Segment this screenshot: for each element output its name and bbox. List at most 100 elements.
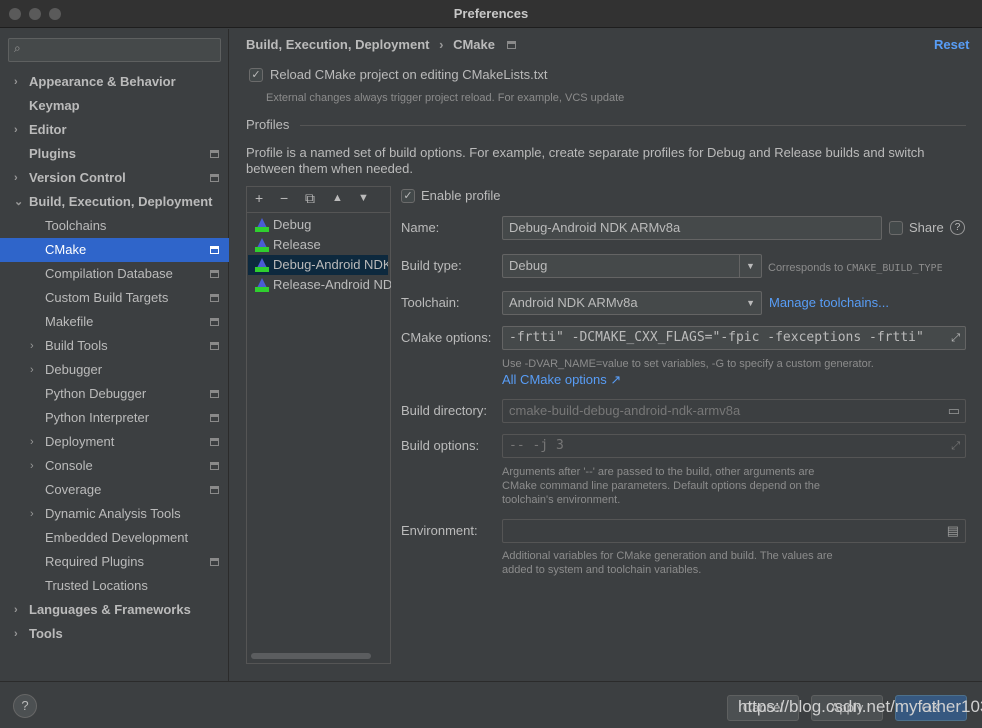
cmake-icon bbox=[255, 238, 269, 252]
chevron-right-icon[interactable]: › bbox=[14, 118, 18, 142]
build-directory-value: cmake-build-debug-android-ndk-armv8a bbox=[509, 403, 741, 418]
project-level-icon bbox=[210, 414, 219, 422]
sidebar-item-toolchains[interactable]: Toolchains bbox=[0, 214, 229, 238]
sidebar-item-console[interactable]: › Console bbox=[0, 454, 229, 478]
sidebar-item-makefile[interactable]: Makefile bbox=[0, 310, 229, 334]
sidebar-item-compilation-database[interactable]: Compilation Database bbox=[0, 262, 229, 286]
build-directory-label: Build directory: bbox=[401, 403, 487, 418]
sidebar-item-label: Custom Build Targets bbox=[45, 290, 169, 305]
name-label: Name: bbox=[401, 220, 440, 235]
build-options-label: Build options: bbox=[401, 438, 480, 453]
sidebar-item-label: Coverage bbox=[45, 482, 102, 497]
sidebar-item-appearance-behavior[interactable]: › Appearance & Behavior bbox=[0, 70, 229, 94]
sidebar-item-custom-build-targets[interactable]: Custom Build Targets bbox=[0, 286, 229, 310]
sidebar-item-coverage[interactable]: Coverage bbox=[0, 478, 229, 502]
add-profile-button[interactable]: + bbox=[255, 190, 263, 206]
profile-list-item[interactable]: Release-Android NDK ARMv8a bbox=[251, 275, 391, 295]
project-level-icon bbox=[506, 41, 516, 49]
sidebar-item-cmake[interactable]: CMake bbox=[0, 238, 229, 262]
sidebar-item-label: Trusted Locations bbox=[45, 578, 148, 593]
project-level-icon bbox=[210, 486, 219, 494]
build-directory-input[interactable]: cmake-build-debug-android-ndk-armv8a ▭ bbox=[502, 399, 966, 423]
profile-list-item[interactable]: Release bbox=[251, 235, 391, 255]
folder-icon[interactable]: ▭ bbox=[948, 400, 960, 422]
build-options-input[interactable]: -- -j 3 ⤢ bbox=[502, 434, 966, 458]
chevron-right-icon[interactable]: › bbox=[14, 598, 18, 622]
sidebar-item-label: Embedded Development bbox=[45, 530, 189, 545]
enable-profile-checkbox[interactable]: ✓ bbox=[401, 189, 415, 203]
move-down-button[interactable]: ▼ bbox=[358, 192, 369, 204]
profile-list-item[interactable]: Debug-Android NDK ARMv8a bbox=[248, 255, 388, 275]
expand-icon[interactable]: ⤢ bbox=[951, 327, 960, 349]
sidebar-item-build-tools[interactable]: › Build Tools bbox=[0, 334, 229, 358]
chevron-right-icon[interactable]: › bbox=[30, 430, 34, 454]
chevron-right-icon[interactable]: › bbox=[30, 454, 34, 478]
environment-input[interactable]: ▤ bbox=[502, 519, 966, 543]
manage-toolchains-link[interactable]: Manage toolchains... bbox=[769, 295, 889, 310]
sidebar-item-build-execution-deployment[interactable]: ⌄ Build, Execution, Deployment bbox=[0, 190, 229, 214]
chevron-right-icon[interactable]: › bbox=[30, 502, 34, 526]
share-checkbox[interactable] bbox=[889, 221, 903, 235]
edit-list-icon[interactable]: ▤ bbox=[947, 520, 959, 542]
close-window-button[interactable] bbox=[9, 8, 21, 20]
breadcrumb-parent[interactable]: Build, Execution, Deployment bbox=[246, 37, 429, 52]
profile-name: Debug-Android NDK ARMv8a bbox=[273, 257, 388, 272]
sidebar-item-label: Python Interpreter bbox=[45, 410, 150, 425]
chevron-down-icon[interactable]: ⌄ bbox=[14, 190, 23, 214]
sidebar-item-label: Debugger bbox=[45, 362, 103, 377]
share-label: Share bbox=[909, 220, 944, 235]
remove-profile-button[interactable]: − bbox=[280, 190, 288, 206]
copy-profile-button[interactable]: ⧉ bbox=[305, 190, 315, 207]
sidebar-item-version-control[interactable]: › Version Control bbox=[0, 166, 229, 190]
sidebar-item-tools[interactable]: › Tools bbox=[0, 622, 229, 646]
chevron-down-icon[interactable]: ▼ bbox=[739, 255, 761, 277]
toolchain-value: Android NDK ARMv8a bbox=[509, 295, 638, 310]
sidebar-item-required-plugins[interactable]: Required Plugins bbox=[0, 550, 229, 574]
sidebar-item-python-debugger[interactable]: Python Debugger bbox=[0, 382, 229, 406]
minimize-window-button[interactable] bbox=[29, 8, 41, 20]
cmake-options-input[interactable]: -frtti" -DCMAKE_CXX_FLAGS="-fpic -fexcep… bbox=[502, 326, 966, 350]
help-button[interactable]: ? bbox=[13, 694, 37, 718]
sidebar-item-deployment[interactable]: › Deployment bbox=[0, 430, 229, 454]
chevron-right-icon[interactable]: › bbox=[30, 358, 34, 382]
sidebar-item-debugger[interactable]: › Debugger bbox=[0, 358, 229, 382]
chevron-right-icon[interactable]: › bbox=[14, 622, 18, 646]
reset-link[interactable]: Reset bbox=[934, 37, 969, 52]
sidebar-item-trusted-locations[interactable]: Trusted Locations bbox=[0, 574, 229, 598]
name-input[interactable]: Debug-Android NDK ARMv8a bbox=[502, 216, 882, 240]
project-level-icon bbox=[210, 390, 219, 398]
project-level-icon bbox=[210, 246, 219, 254]
zoom-window-button[interactable] bbox=[49, 8, 61, 20]
sidebar-item-label: Languages & Frameworks bbox=[29, 602, 191, 617]
profile-name: Release bbox=[273, 237, 321, 252]
window-title: Preferences bbox=[453, 6, 529, 21]
build-type-combo[interactable]: Debug ▼ bbox=[502, 254, 762, 278]
toolchain-combo[interactable]: Android NDK ARMv8a ▼ bbox=[502, 291, 762, 315]
chevron-down-icon[interactable]: ▼ bbox=[746, 292, 755, 314]
profile-name: Debug bbox=[273, 217, 312, 232]
sidebar-item-plugins[interactable]: Plugins bbox=[0, 142, 229, 166]
sidebar-item-python-interpreter[interactable]: Python Interpreter bbox=[0, 406, 229, 430]
search-input[interactable]: ⌕ bbox=[8, 38, 221, 62]
expand-icon[interactable]: ⤢ bbox=[951, 435, 960, 457]
sidebar-item-languages-frameworks[interactable]: › Languages & Frameworks bbox=[0, 598, 229, 622]
project-level-icon bbox=[210, 174, 219, 182]
horizontal-scrollbar[interactable] bbox=[251, 653, 371, 659]
chevron-right-icon[interactable]: › bbox=[14, 166, 18, 190]
move-up-button[interactable]: ▲ bbox=[332, 192, 343, 204]
profile-list-item[interactable]: Debug bbox=[251, 215, 391, 235]
build-type-label: Build type: bbox=[401, 258, 462, 273]
sidebar-item-label: CMake bbox=[45, 242, 87, 257]
all-cmake-options-link[interactable]: All CMake options ↗ bbox=[502, 372, 621, 388]
sidebar-item-editor[interactable]: › Editor bbox=[0, 118, 229, 142]
help-icon[interactable]: ? bbox=[950, 220, 965, 235]
sidebar-item-embedded-development[interactable]: Embedded Development bbox=[0, 526, 229, 550]
title-bar: Preferences bbox=[0, 0, 982, 28]
sidebar-item-label: Keymap bbox=[29, 98, 80, 113]
sidebar-item-keymap[interactable]: Keymap bbox=[0, 94, 229, 118]
chevron-right-icon[interactable]: › bbox=[30, 334, 34, 358]
reload-checkbox[interactable]: ✓ bbox=[249, 68, 263, 82]
sidebar-item-label: Toolchains bbox=[45, 218, 107, 233]
chevron-right-icon[interactable]: › bbox=[14, 70, 18, 94]
sidebar-item-dynamic-analysis-tools[interactable]: › Dynamic Analysis Tools bbox=[0, 502, 229, 526]
